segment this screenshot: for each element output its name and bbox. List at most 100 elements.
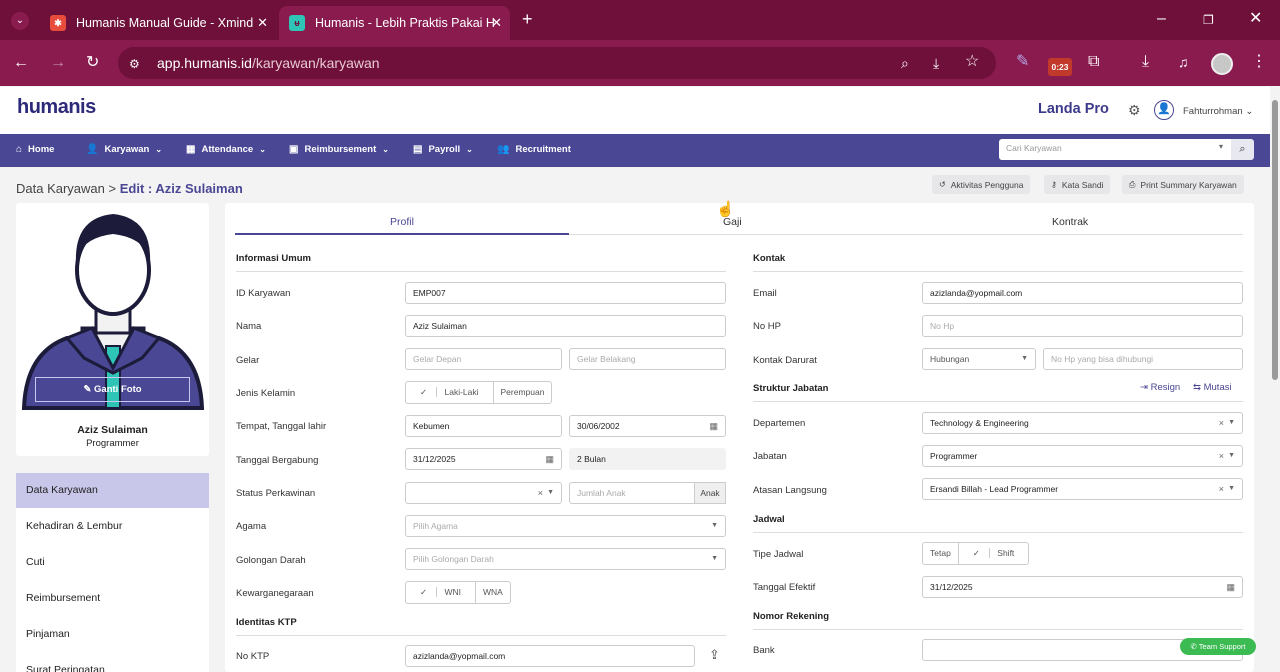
marital-status-select[interactable]: × ▼	[405, 482, 562, 504]
password-button[interactable]: ⚷ Kata Sandi	[1044, 175, 1111, 194]
button-label: Print Summary Karyawan	[1140, 179, 1237, 190]
change-photo-button[interactable]: ✎ Ganti Foto	[35, 377, 190, 402]
nav-label: Reimbursement	[304, 144, 377, 155]
close-tab-icon[interactable]: ✕	[491, 15, 502, 31]
wni-option[interactable]: ✓ WNI	[406, 582, 475, 603]
reload-icon[interactable]: ↻	[86, 55, 99, 71]
restore-icon[interactable]: ❐	[1203, 12, 1214, 28]
nav-attendance[interactable]: ▦ Attendance ⌄	[186, 144, 266, 155]
tab-title: Humanis Manual Guide - Xmind	[76, 16, 254, 30]
url-text[interactable]: app.humanis.id/karyawan/karyawan	[157, 55, 380, 71]
humanis-logo[interactable]: humanis	[17, 96, 96, 119]
back-icon[interactable]: ←	[13, 55, 29, 71]
effective-date-field[interactable]: 31/12/2025 ▦	[922, 576, 1243, 598]
upload-icon[interactable]: ⇪	[709, 647, 720, 663]
birth-place-field[interactable]: Kebumen	[405, 415, 562, 437]
browser-tab-humanis[interactable]: ᵾ Humanis - Lebih Praktis Pakai H ✕	[279, 6, 510, 40]
media-control-icon[interactable]: ♫	[1178, 54, 1189, 70]
profile-avatar-icon[interactable]	[1211, 53, 1233, 75]
install-app-icon[interactable]: ⤓	[933, 55, 939, 71]
breadcrumb-root[interactable]: Data Karyawan	[16, 181, 105, 196]
ktp-field[interactable]: azizlanda@yopmail.com	[405, 645, 695, 667]
print-summary-button[interactable]: ⎙ Print Summary Karyawan	[1122, 175, 1244, 194]
title-back-field[interactable]: Gelar Belakang	[569, 348, 726, 370]
tab-profil[interactable]: Profil	[390, 216, 414, 228]
settings-gear-icon[interactable]: ⚙	[1128, 102, 1141, 119]
label-id: ID Karyawan	[236, 288, 291, 299]
blood-type-select[interactable]: Pilih Golongan Darah ▼	[405, 548, 726, 570]
close-tab-icon[interactable]: ✕	[257, 15, 268, 31]
emergency-phone-field[interactable]: No Hp yang bisa dihubungi	[1043, 348, 1243, 370]
chevron-down-icon: ▼	[711, 555, 718, 562]
money-icon: ▣	[289, 144, 299, 155]
site-info-icon[interactable]: ⚙	[129, 56, 140, 72]
divider	[236, 271, 726, 272]
join-date-field[interactable]: 31/12/2025 ▦	[405, 448, 562, 470]
birth-date-field[interactable]: 30/06/2002 ▦	[569, 415, 726, 437]
date-value: 30/06/2002	[577, 421, 620, 431]
menu-surat-peringatan[interactable]: Surat Peringatan	[16, 653, 209, 672]
fixed-option[interactable]: Tetap	[923, 543, 958, 564]
menu-pinjaman[interactable]: Pinjaman	[16, 617, 209, 652]
clear-icon[interactable]: ×	[1219, 446, 1224, 466]
wna-option[interactable]: WNA	[475, 582, 510, 603]
chevron-down-icon: ▾	[1218, 142, 1223, 151]
resign-link[interactable]: ⇥ Resign	[1140, 382, 1180, 393]
nav-recruitment[interactable]: 👥 Recruitment	[497, 144, 571, 155]
download-icon[interactable]: ⤓	[1142, 54, 1149, 70]
extensions-puzzle-icon[interactable]: ⧉	[1088, 54, 1099, 70]
mutasi-link[interactable]: ⇆ Mutasi	[1193, 382, 1232, 393]
menu-cuti[interactable]: Cuti	[16, 545, 209, 580]
menu-data-karyawan[interactable]: Data Karyawan	[16, 473, 209, 508]
bookmark-star-icon[interactable]: ☆	[965, 54, 979, 70]
menu-reimbursement[interactable]: Reimbursement	[16, 581, 209, 616]
employee-search-input[interactable]: Cari Karyawan ▾	[999, 139, 1231, 160]
minimize-icon[interactable]: –	[1157, 11, 1166, 27]
tab-search-icon[interactable]: ⌄	[11, 12, 29, 30]
gender-female-option[interactable]: Perempuan	[492, 382, 552, 403]
user-avatar-icon[interactable]: 👤	[1154, 100, 1174, 120]
tab-kontrak[interactable]: Kontrak	[1052, 216, 1088, 228]
user-name[interactable]: Fahturrohman ⌄	[1183, 106, 1253, 117]
link-label: Resign	[1150, 382, 1181, 393]
email-field[interactable]: azizlanda@yopmail.com	[922, 282, 1243, 304]
religion-select[interactable]: Pilih Agama ▼	[405, 515, 726, 537]
id-field[interactable]: EMP007	[405, 282, 726, 304]
team-support-button[interactable]: ✆ Team Support	[1180, 638, 1256, 655]
department-select[interactable]: Technology & Engineering × ▼	[922, 412, 1243, 434]
extension-feather-icon[interactable]: ✎	[1016, 54, 1029, 70]
title-front-field[interactable]: Gelar Depan	[405, 348, 562, 370]
nav-home[interactable]: ⌂ Home	[16, 144, 54, 155]
join-duration: 2 Bulan	[569, 448, 726, 470]
relation-select[interactable]: Hubungan ▼	[922, 348, 1036, 370]
search-icon[interactable]: ⌕	[1231, 139, 1254, 160]
label-tanggal-efektif: Tanggal Efektif	[753, 582, 816, 593]
manager-select[interactable]: Ersandi Billah - Lead Programmer × ▼	[922, 478, 1243, 500]
breadcrumb-current: Edit : Aziz Sulaiman	[119, 181, 243, 196]
nav-karyawan[interactable]: 👤 Karyawan ⌄	[86, 144, 162, 155]
nav-payroll[interactable]: ▤ Payroll ⌄	[413, 144, 473, 155]
forward-icon[interactable]: →	[50, 55, 66, 71]
close-window-icon[interactable]: ✕	[1249, 11, 1262, 27]
nav-reimbursement[interactable]: ▣ Reimbursement ⌄	[289, 144, 389, 155]
phone-field[interactable]: No Hp	[922, 315, 1243, 337]
browser-menu-icon[interactable]: ⋮	[1251, 54, 1267, 70]
gender-male-option[interactable]: ✓ Laki-Laki	[406, 382, 493, 403]
shift-option[interactable]: ✓ Shift	[957, 543, 1028, 564]
clear-icon[interactable]: ×	[538, 483, 543, 503]
clear-icon[interactable]: ×	[1219, 479, 1224, 499]
zoom-icon[interactable]: ⌕	[901, 55, 909, 71]
label-gelar: Gelar	[236, 355, 260, 366]
children-count-field[interactable]: Jumlah Anak	[569, 482, 695, 504]
clear-icon[interactable]: ×	[1219, 413, 1224, 433]
new-tab-icon[interactable]: +	[522, 10, 533, 28]
browser-tab-manual[interactable]: ✱ Humanis Manual Guide - Xmind ✕	[40, 6, 276, 40]
menu-kehadiran[interactable]: Kehadiran & Lembur	[16, 509, 209, 544]
timer-extension-badge[interactable]: 0:23	[1048, 58, 1072, 76]
chevron-down-icon: ⌄	[155, 145, 163, 154]
scrollbar-thumb[interactable]	[1272, 100, 1278, 380]
activity-log-button[interactable]: ↺ Aktivitas Pengguna	[932, 175, 1031, 194]
name-field[interactable]: Aziz Sulaiman	[405, 315, 726, 337]
position-select[interactable]: Programmer × ▼	[922, 445, 1243, 467]
url-host: app.humanis.id	[157, 55, 252, 71]
